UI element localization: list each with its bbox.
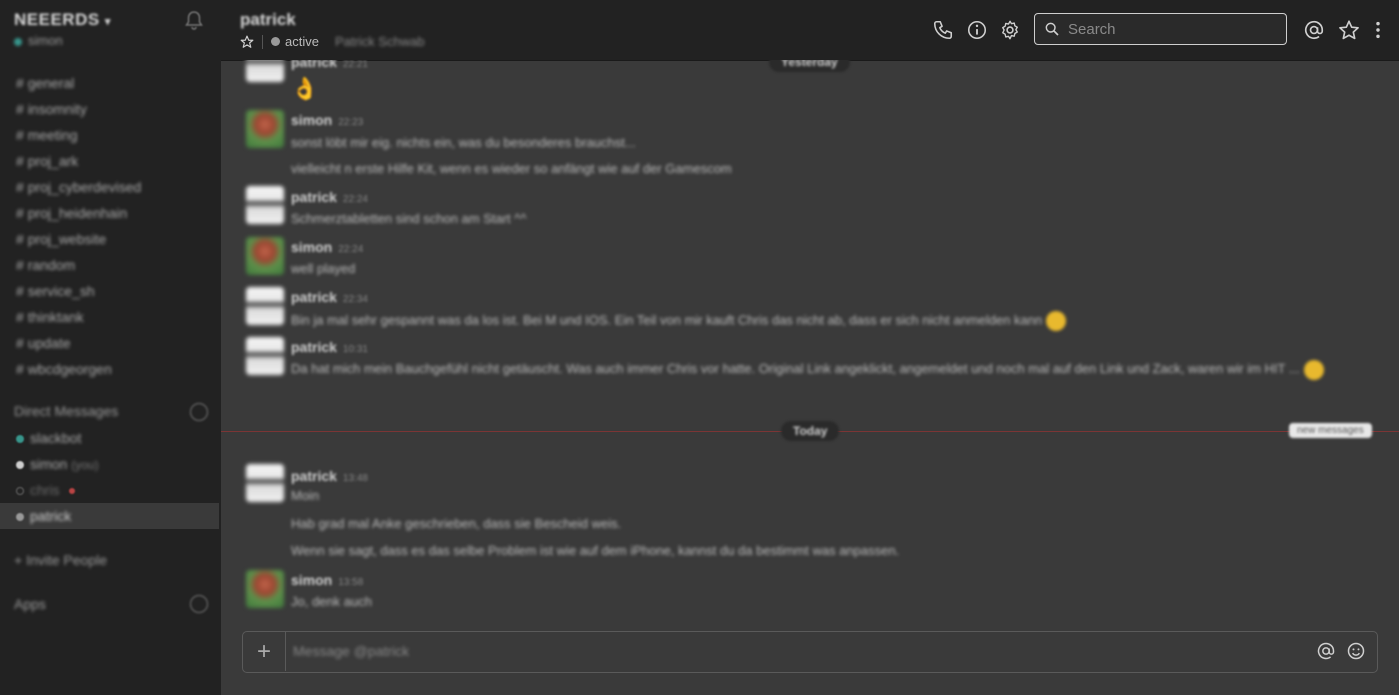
add-dm-button[interactable] [190,403,208,421]
sidebar: NEEERDS ▾ simon # general # insomnity # … [0,0,221,695]
user-full-name: Patrick Schwab [334,34,425,49]
new-messages-badge: new messages [1289,423,1372,438]
avatar[interactable] [246,287,284,325]
star-icon[interactable] [1338,19,1360,41]
message-input[interactable]: Message @patrick [293,643,409,659]
avatar[interactable] [246,337,284,375]
message-text: Schmerztabletten sind schon am Start ^^ [291,211,527,226]
avatar[interactable] [246,237,284,275]
page-title: patrick [240,10,296,29]
channel-item[interactable]: # insomnity [0,96,221,122]
channel-item[interactable]: # service_sh [0,278,221,304]
message-text: 👌 [291,76,319,101]
presence-status: active [285,34,319,49]
dm-item-patrick[interactable]: patrick [0,503,219,529]
message-text: sonst löbt mir eig. nichts ein, was du b… [291,135,636,150]
avatar[interactable] [246,110,284,148]
channel-item[interactable]: # random [0,252,221,278]
message-text: Da hat mich mein Bauchgefühl nicht getäu… [291,359,1376,380]
dm-item-slackbot[interactable]: slackbot [0,425,219,451]
presence-dot [271,37,280,46]
message-author[interactable]: patrick 22:21 [291,60,368,70]
status-dot [16,487,24,496]
message-text: well played [291,261,356,276]
header-meta: active Patrick Schwab [240,34,425,49]
team-menu[interactable]: NEEERDS ▾ simon [14,10,111,48]
channel-item[interactable]: # proj_ark [0,148,221,174]
dnd-icon [69,488,76,495]
search-icon [1045,22,1059,36]
message-composer[interactable]: + Message @patrick [242,631,1378,673]
message-text: Moin [291,488,320,503]
message-author[interactable]: patrick 10:31 [291,339,368,355]
dm-item-simon[interactable]: simon (you) [0,451,219,477]
message-author[interactable]: patrick 22:24 [291,189,368,205]
message-pane[interactable]: Yesterday patrick 22:21 👌 simon 22:23 sons… [221,60,1399,620]
dm-section-label[interactable]: Direct Messages [14,403,118,419]
channel-item[interactable]: # proj_website [0,226,221,252]
channel-item[interactable]: # general [0,70,221,96]
channel-item[interactable]: # proj_heidenhain [0,200,221,226]
message-author[interactable]: simon 22:23 [291,112,363,128]
message-text: Bin ja mal sehr gespannt was da los ist.… [291,311,1067,331]
channel-item[interactable]: # meeting [0,122,221,148]
phone-icon[interactable] [932,19,954,41]
message-text: Jo, denk auch [291,594,372,609]
status-dot [16,435,24,444]
channel-item[interactable]: # thinktank [0,304,221,330]
bell-icon[interactable] [184,10,204,32]
avatar[interactable] [246,186,284,224]
channel-item[interactable]: # wbcdgeorgen [0,356,221,382]
mentions-at-icon[interactable] [1303,19,1325,41]
day-divider: Yesterday [769,60,850,72]
dm-item-chris[interactable]: chris [0,477,219,503]
status-dot [16,461,24,470]
gear-icon[interactable] [999,19,1021,41]
mention-at-icon[interactable] [1316,641,1336,661]
attach-plus-button[interactable]: + [243,632,286,671]
current-user: simon [14,33,111,48]
channel-list: # general # insomnity # meeting # proj_a… [0,70,221,382]
day-divider: Today [781,421,840,441]
message-author[interactable]: patrick 22:34 [291,289,368,305]
search-input[interactable] [1066,19,1280,39]
emoji-picker-icon[interactable] [1346,641,1366,661]
emoji-icon [1303,359,1324,380]
message-text: Wenn sie sagt, dass es das selbe Problem… [291,543,900,558]
search-box[interactable] [1034,13,1287,45]
channel-item[interactable]: # proj_cyberdevised [0,174,221,200]
status-dot [16,513,24,522]
avatar[interactable] [246,464,284,502]
presence-dot [14,37,22,46]
workspace-name[interactable]: NEEERDS ▾ [14,10,111,30]
message-text: Hab grad mal Anke geschrieben, dass sie … [291,516,622,531]
avatar[interactable] [246,570,284,608]
message-text: vielleicht n erste Hilfe Kit, wenn es wi… [291,161,732,176]
channel-item[interactable]: # update [0,330,221,356]
channel-header: patrick active Patrick Schwab [221,0,1399,61]
invite-people-link[interactable]: + Invite People [14,552,107,568]
star-outline-icon[interactable] [240,35,254,49]
message-author[interactable]: patrick 13:48 [291,468,368,484]
apps-section-label[interactable]: Apps [14,596,46,612]
more-vertical-icon[interactable] [1367,19,1389,41]
message-author[interactable]: simon 22:24 [291,239,363,255]
avatar[interactable] [246,60,284,82]
message-author[interactable]: simon 13:58 [291,572,363,588]
info-icon[interactable] [966,19,988,41]
emoji-icon [1046,311,1067,331]
add-app-button[interactable] [190,595,208,613]
